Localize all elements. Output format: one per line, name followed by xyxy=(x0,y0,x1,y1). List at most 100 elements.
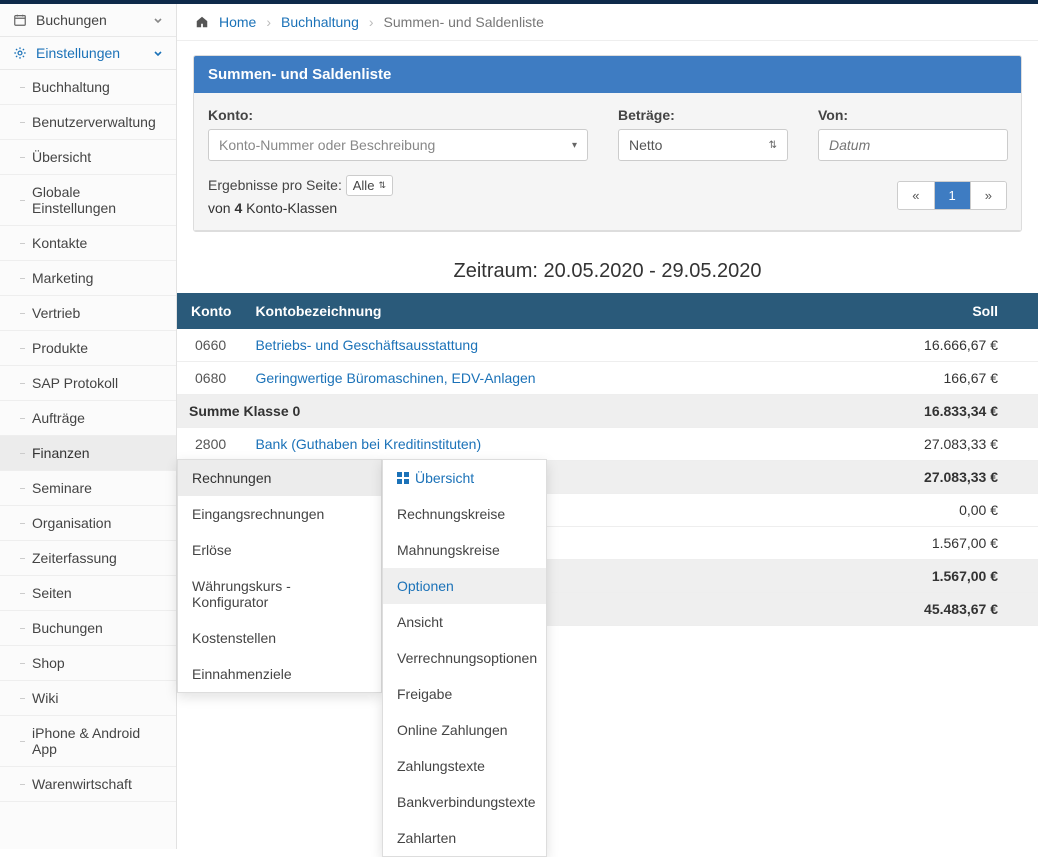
pager-page-1[interactable]: 1 xyxy=(935,182,971,209)
sidebar-group-einstellungen[interactable]: Einstellungen xyxy=(0,37,176,70)
sidebar-item-zeiterfassung[interactable]: Zeiterfassung xyxy=(0,541,176,575)
sidebar-item-buchhaltung[interactable]: Buchhaltung xyxy=(0,70,176,104)
pager-next[interactable]: » xyxy=(971,182,1006,209)
sidebar-item-marketing[interactable]: Marketing xyxy=(0,261,176,295)
sidebar-item-shop[interactable]: Shop xyxy=(0,646,176,680)
account-link[interactable]: Geringwertige Büromaschinen, EDV-Anlagen xyxy=(255,370,535,386)
sidebar-item-organisation[interactable]: Organisation xyxy=(0,506,176,540)
submenu-item--bersicht[interactable]: Übersicht xyxy=(383,460,546,496)
chevron-right-icon: › xyxy=(266,14,271,30)
soll-value: 166,67 € xyxy=(805,362,1038,395)
sidebar-menu: BuchhaltungBenutzerverwaltungÜbersichtGl… xyxy=(0,70,176,802)
submenu-item-einnahmenziele[interactable]: Einnahmenziele xyxy=(178,656,381,692)
chevron-down-icon xyxy=(152,14,164,26)
submenu-item-online-zahlungen[interactable]: Online Zahlungen xyxy=(383,712,546,748)
table-row: 2800 Bank (Guthaben bei Kreditinstituten)… xyxy=(177,428,1038,461)
sidebar-item-buchungen[interactable]: Buchungen xyxy=(0,611,176,645)
home-icon xyxy=(195,15,209,29)
sidebar-group-label: Buchungen xyxy=(36,12,107,28)
panel-body: Konto: Konto-Nummer oder Beschreibung ▾ … xyxy=(194,93,1021,231)
breadcrumb: Home › Buchhaltung › Summen- und Saldenl… xyxy=(177,4,1038,41)
sum-value: 45.483,67 € xyxy=(805,593,1038,626)
konto-label: Konto: xyxy=(208,107,588,123)
chevron-down-icon xyxy=(152,47,164,59)
filter-panel: Summen- und Saldenliste Konto: Konto-Num… xyxy=(193,55,1022,232)
sidebar-item-seiten[interactable]: Seiten xyxy=(0,576,176,610)
results-count: von 4 Konto-Klassen xyxy=(208,200,393,216)
sidebar-item-warenwirtschaft[interactable]: Warenwirtschaft xyxy=(0,767,176,801)
submenu-item-kostenstellen[interactable]: Kostenstellen xyxy=(178,620,381,656)
submenu-item-optionen[interactable]: Optionen xyxy=(383,568,546,604)
soll-value: 27.083,33 € xyxy=(805,428,1038,461)
col-soll: Soll xyxy=(805,293,1038,329)
account-number: 2800 xyxy=(177,428,243,461)
chevron-right-icon: › xyxy=(369,14,374,30)
soll-value: 16.666,67 € xyxy=(805,329,1038,362)
sidebar-item-produkte[interactable]: Produkte xyxy=(0,331,176,365)
sidebar-item-globale-einstellungen[interactable]: Globale Einstellungen xyxy=(0,175,176,225)
sidebar: Buchungen Einstellungen BuchhaltungBenut… xyxy=(0,4,177,849)
table-row: 0660 Betriebs- und Geschäftsausstattung 16… xyxy=(177,329,1038,362)
sidebar-item-vertrieb[interactable]: Vertrieb xyxy=(0,296,176,330)
main: Home › Buchhaltung › Summen- und Saldenl… xyxy=(177,4,1038,849)
results-per-page: Ergebnisse pro Seite: Alle⇅ xyxy=(208,175,393,196)
sum-value: 16.833,34 € xyxy=(805,395,1038,428)
submenu-item-zahlarten[interactable]: Zahlarten xyxy=(383,820,546,856)
sidebar-item-finanzen[interactable]: Finanzen xyxy=(0,436,176,470)
submenu-item-bankverbindungstexte[interactable]: Bankverbindungstexte xyxy=(383,784,546,820)
submenu-item-freigabe[interactable]: Freigabe xyxy=(383,676,546,712)
calendar-icon xyxy=(12,12,28,28)
sidebar-item-sap-protokoll[interactable]: SAP Protokoll xyxy=(0,366,176,400)
breadcrumb-buchhaltung[interactable]: Buchhaltung xyxy=(281,14,359,30)
panel-title: Summen- und Saldenliste xyxy=(194,56,1021,93)
submenu-item-verrechnungsoptionen[interactable]: Verrechnungsoptionen xyxy=(383,640,546,676)
von-input[interactable] xyxy=(818,129,1008,161)
sum-value: 1.567,00 € xyxy=(805,560,1038,593)
betraege-label: Beträge: xyxy=(618,107,788,123)
results-per-page-select[interactable]: Alle⇅ xyxy=(346,175,393,196)
table-row: 0680 Geringwertige Büromaschinen, EDV-Anl… xyxy=(177,362,1038,395)
grid-icon xyxy=(397,472,409,484)
submenu-item-mahnungskreise[interactable]: Mahnungskreise xyxy=(383,532,546,568)
updown-icon: ⇅ xyxy=(769,140,777,151)
konto-placeholder: Konto-Nummer oder Beschreibung xyxy=(219,137,435,153)
pager: « 1 » xyxy=(897,181,1007,210)
sidebar-item-benutzerverwaltung[interactable]: Benutzerverwaltung xyxy=(0,105,176,139)
submenu-item-erl-se[interactable]: Erlöse xyxy=(178,532,381,568)
rechnungen-submenu: ÜbersichtRechnungskreiseMahnungskreiseOp… xyxy=(382,459,547,857)
account-link[interactable]: Betriebs- und Geschäftsausstattung xyxy=(255,337,478,353)
col-bezeichnung: Kontobezeichnung xyxy=(243,293,805,329)
sidebar-item-kontakte[interactable]: Kontakte xyxy=(0,226,176,260)
submenu-item-zahlungstexte[interactable]: Zahlungstexte xyxy=(383,748,546,784)
submenu-item-ansicht[interactable]: Ansicht xyxy=(383,604,546,640)
zeitraum-heading: Zeitraum: 20.05.2020 - 29.05.2020 xyxy=(177,246,1038,293)
account-link[interactable]: Bank (Guthaben bei Kreditinstituten) xyxy=(255,436,481,452)
sidebar-item-iphone-android-app[interactable]: iPhone & Android App xyxy=(0,716,176,766)
betraege-select[interactable]: Netto ⇅ xyxy=(618,129,788,161)
sidebar-item-wiki[interactable]: Wiki xyxy=(0,681,176,715)
sidebar-group-buchungen[interactable]: Buchungen xyxy=(0,4,176,37)
account-number: 0680 xyxy=(177,362,243,395)
finanzen-submenu: RechnungenEingangsrechnungenErlöseWährun… xyxy=(177,459,382,693)
breadcrumb-current: Summen- und Saldenliste xyxy=(384,14,544,30)
submenu-item-rechnungskreise[interactable]: Rechnungskreise xyxy=(383,496,546,532)
caret-down-icon: ▾ xyxy=(572,140,577,151)
gear-icon xyxy=(12,45,28,61)
konto-select[interactable]: Konto-Nummer oder Beschreibung ▾ xyxy=(208,129,588,161)
sum-value: 27.083,33 € xyxy=(805,461,1038,494)
sidebar-group-label: Einstellungen xyxy=(36,45,120,61)
account-number: 0660 xyxy=(177,329,243,362)
table-row: Summe Klasse 016.833,34 € xyxy=(177,395,1038,428)
submenu-item-eingangsrechnungen[interactable]: Eingangsrechnungen xyxy=(178,496,381,532)
submenu-item-w-hrungskurs-konfigurator[interactable]: Währungskurs - Konfigurator xyxy=(178,568,381,620)
sidebar-item--bersicht[interactable]: Übersicht xyxy=(0,140,176,174)
sidebar-item-seminare[interactable]: Seminare xyxy=(0,471,176,505)
submenu-item-rechnungen[interactable]: Rechnungen xyxy=(178,460,381,496)
breadcrumb-home[interactable]: Home xyxy=(219,14,256,30)
sum-label: Summe Klasse 0 xyxy=(177,395,805,428)
pager-prev[interactable]: « xyxy=(898,182,934,209)
soll-value: 1.567,00 € xyxy=(805,527,1038,560)
sidebar-item-auftr-ge[interactable]: Aufträge xyxy=(0,401,176,435)
col-konto: Konto xyxy=(177,293,243,329)
betraege-value: Netto xyxy=(629,137,662,153)
